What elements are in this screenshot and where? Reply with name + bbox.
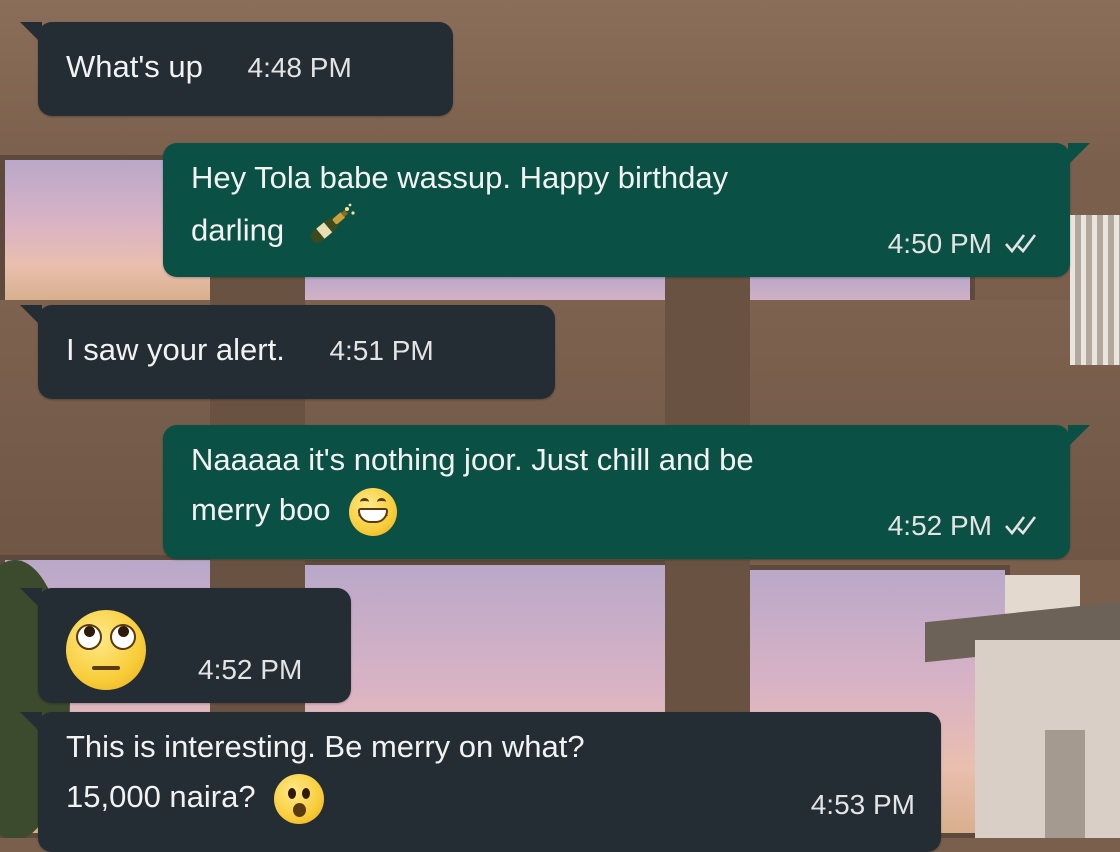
message-text-line: This is interesting. Be merry on what? — [66, 729, 585, 764]
message-bubble-incoming[interactable]: 4:52 PM — [20, 588, 351, 703]
message-text: I saw your alert. — [66, 332, 285, 367]
double-check-icon — [1004, 501, 1044, 551]
message-bubble-outgoing[interactable]: Naaaaa it's nothing joor. Just chill and… — [163, 425, 1090, 559]
double-check-icon — [1004, 219, 1044, 269]
message-text-line: Hey Tola babe wassup. Happy birthday — [191, 160, 729, 195]
grinning-face-emoji — [349, 487, 398, 536]
message-bubble-incoming[interactable]: I saw your alert. 4:51 PM — [20, 305, 555, 399]
message-timestamp: 4:53 PM — [810, 789, 915, 820]
message-text-line: merry boo — [191, 492, 331, 527]
message-text-line: darling — [191, 212, 285, 248]
message-timestamp: 4:50 PM — [887, 228, 992, 259]
message-bubble-outgoing[interactable]: Hey Tola babe wassup. Happy birthday dar… — [163, 143, 1090, 277]
wallpaper-house-door — [1045, 730, 1085, 838]
message-text-line: 15,000 naira? — [66, 779, 256, 814]
face-with-open-mouth-emoji — [274, 773, 325, 824]
message-timestamp: 4:52 PM — [198, 654, 303, 685]
message-bubble-incoming[interactable]: What's up 4:48 PM — [20, 22, 453, 116]
wallpaper-railing — [1070, 215, 1120, 365]
message-timestamp: 4:48 PM — [247, 52, 352, 83]
message-timestamp: 4:52 PM — [887, 510, 992, 541]
message-bubble-incoming[interactable]: This is interesting. Be merry on what? 1… — [20, 712, 941, 852]
message-text: What's up — [66, 49, 203, 84]
face-with-rolling-eyes-emoji — [66, 610, 146, 690]
message-text-line: Naaaaa it's nothing joor. Just chill and… — [191, 442, 754, 477]
champagne-bottle-emoji — [303, 203, 357, 262]
message-timestamp: 4:51 PM — [329, 335, 434, 366]
